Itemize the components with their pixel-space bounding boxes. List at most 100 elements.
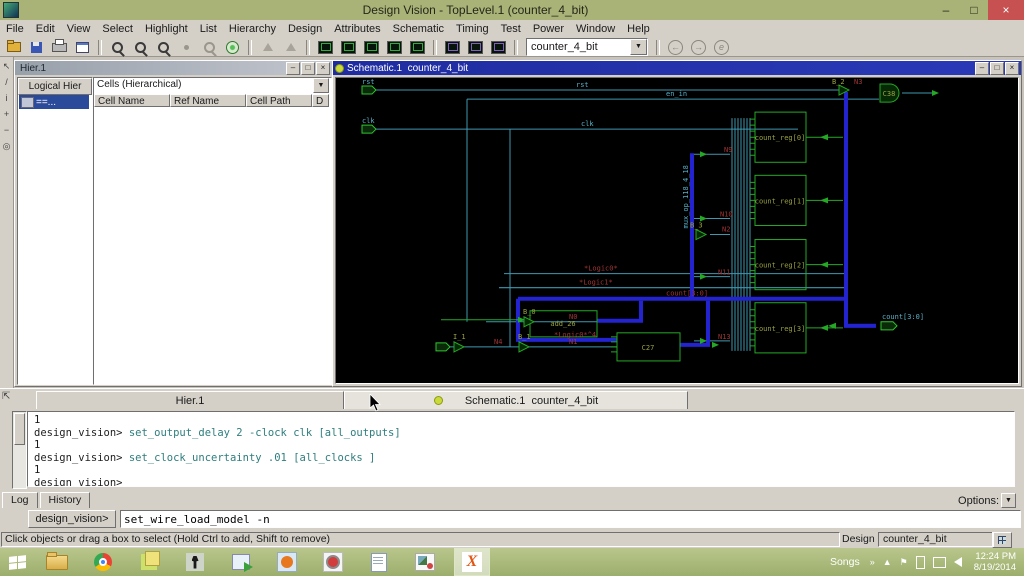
device-icon[interactable] (915, 555, 925, 569)
zoom-select-button[interactable] (107, 38, 128, 57)
tray-show-hidden-icon[interactable]: ▲ (883, 557, 892, 567)
console-scrollbar[interactable] (12, 411, 27, 489)
options-control[interactable]: Options: ▼ (958, 493, 1016, 508)
ports[interactable] (361, 85, 898, 352)
menu-view[interactable]: View (61, 21, 97, 37)
menu-list[interactable]: List (194, 21, 223, 37)
menu-design[interactable]: Design (282, 21, 328, 37)
schematic-view-button[interactable] (384, 38, 405, 57)
taskbar-chrome-button[interactable] (86, 549, 120, 575)
zoom-full-button[interactable] (222, 38, 243, 57)
menu-schematic[interactable]: Schematic (387, 21, 450, 37)
taskbar-explorer-button[interactable] (40, 549, 74, 575)
net-n2-label: N2 (722, 224, 730, 233)
taskbar-notepad-button[interactable] (362, 549, 396, 575)
symbol-view-button[interactable] (407, 38, 428, 57)
zoom-out-tool-icon[interactable]: − (1, 123, 13, 137)
cells-view-select[interactable]: Cells (Hierarchical) ▼ (94, 78, 329, 93)
zoom-in-tool-icon[interactable]: + (1, 107, 13, 121)
hier-view-button[interactable] (442, 38, 463, 57)
col-cell-name[interactable]: Cell Name (94, 94, 170, 107)
start-button[interactable] (0, 548, 34, 576)
save-design-button[interactable] (26, 38, 47, 57)
menu-power[interactable]: Power (527, 21, 570, 37)
col-cell-path[interactable]: Cell Path (246, 94, 312, 107)
status-grid-button[interactable] (992, 532, 1012, 548)
minimize-button[interactable]: – (932, 0, 960, 20)
taskbar-clock[interactable]: 12:24 PM 8/19/2014 (974, 551, 1016, 573)
up-hierarchy-button[interactable] (257, 38, 278, 57)
taskbar-recorder-button[interactable] (316, 549, 350, 575)
taskbar-xilinx-button[interactable]: X (454, 548, 490, 576)
schematic-window-titlebar[interactable]: Schematic.1 counter_4_bit – □ × (333, 61, 1021, 75)
toolbar-separator (514, 39, 518, 55)
taskbar-notes-button[interactable] (132, 549, 166, 575)
scrollbar-thumb[interactable] (14, 413, 25, 445)
col-d[interactable]: D (312, 94, 329, 107)
chevron-right-icon[interactable]: » (870, 557, 875, 567)
top-hierarchy-button[interactable] (280, 38, 301, 57)
console-log[interactable]: 1 design_vision> set_output_delay 2 -clo… (27, 411, 1015, 487)
network-icon[interactable] (932, 556, 946, 568)
tab-hier[interactable]: Hier.1 (36, 391, 344, 410)
hier-window-titlebar[interactable]: Hier.1 – □ × (15, 61, 332, 75)
tab-log[interactable]: Log (2, 492, 38, 508)
map-view-button[interactable] (465, 38, 486, 57)
chevron-down-icon[interactable]: ▼ (313, 78, 329, 93)
menu-select[interactable]: Select (96, 21, 139, 37)
menu-help[interactable]: Help (621, 21, 656, 37)
back-button[interactable]: ← (665, 38, 686, 57)
taskbar-gallery-button[interactable] (408, 549, 442, 575)
new-window-button[interactable] (72, 38, 93, 57)
action-center-flag-icon[interactable]: ⚑ (900, 557, 908, 568)
chevron-down-icon[interactable]: ▼ (1001, 493, 1016, 508)
volume-icon[interactable] (953, 557, 962, 567)
cursor-tool-icon[interactable]: ↖ (1, 59, 13, 73)
wire-tool-icon[interactable]: / (1, 75, 13, 89)
next-schematic-button[interactable] (338, 38, 359, 57)
print-button[interactable] (49, 38, 70, 57)
close-icon[interactable]: × (316, 61, 330, 75)
new-schematic-view-button[interactable] (361, 38, 382, 57)
design-select[interactable]: counter_4_bit ▼ (526, 38, 648, 56)
zoom-out-button[interactable] (199, 38, 220, 57)
forward-button[interactable]: → (688, 38, 709, 57)
zoom-dot-button[interactable] (176, 38, 197, 57)
command-input[interactable] (120, 510, 1021, 528)
maximize-button[interactable]: □ (990, 61, 1004, 75)
prev-schematic-button[interactable] (315, 38, 336, 57)
gates[interactable] (453, 83, 900, 353)
menu-file[interactable]: File (0, 21, 30, 37)
minimize-button[interactable]: – (975, 61, 989, 75)
taskbar-player-button[interactable] (270, 549, 304, 575)
menu-test[interactable]: Test (495, 21, 527, 37)
info-tool-icon[interactable]: i (1, 91, 13, 105)
hier-tree-item[interactable]: ==... (19, 95, 89, 109)
minimize-button[interactable]: – (286, 61, 300, 75)
corner-widget-icon[interactable]: ⇱ (2, 391, 16, 405)
close-icon[interactable]: × (1005, 61, 1019, 75)
menu-timing[interactable]: Timing (450, 21, 495, 37)
taskbar-launcher-button[interactable] (224, 549, 258, 575)
timing-view-button[interactable] (488, 38, 509, 57)
schematic-canvas[interactable]: rst clk rst en_in clk count[3:0] mux_op_… (335, 77, 1019, 384)
zoom-prev-button[interactable] (153, 38, 174, 57)
tray-songs-toolbar[interactable]: Songs (830, 556, 860, 568)
pan-tool-icon[interactable]: ◎ (1, 139, 13, 153)
maximize-button[interactable]: □ (960, 0, 988, 20)
menu-edit[interactable]: Edit (30, 21, 61, 37)
tab-history[interactable]: History (39, 492, 91, 508)
menu-window[interactable]: Window (570, 21, 621, 37)
maximize-button[interactable]: □ (301, 61, 315, 75)
close-button[interactable]: × (988, 0, 1024, 20)
menu-attributes[interactable]: Attributes (328, 21, 386, 37)
tab-schematic[interactable]: Schematic.1 counter_4_bit (344, 391, 688, 410)
zoom-2x-button[interactable] (130, 38, 151, 57)
menu-highlight[interactable]: Highlight (139, 21, 194, 37)
menu-hierarchy[interactable]: Hierarchy (223, 21, 282, 37)
taskbar-cs-button[interactable] (178, 549, 212, 575)
col-ref-name[interactable]: Ref Name (170, 94, 246, 107)
chevron-down-icon[interactable]: ▼ (630, 39, 647, 55)
edit-history-button[interactable]: e (711, 38, 732, 57)
open-design-button[interactable] (3, 38, 24, 57)
